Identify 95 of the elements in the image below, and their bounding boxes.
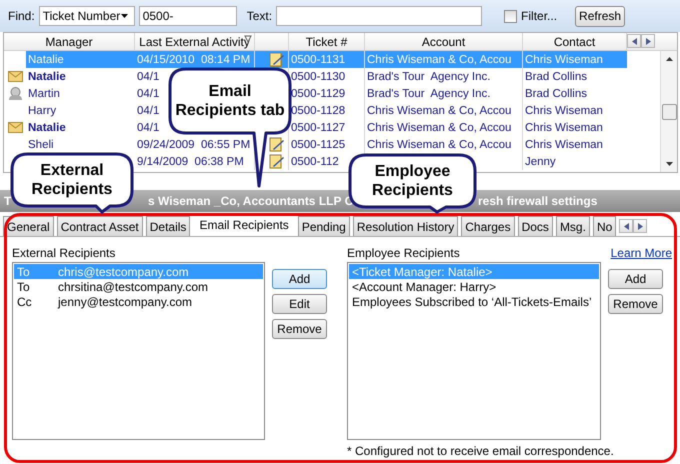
recipient-email: chris@testcompany.com (58, 264, 189, 278)
column-header[interactable]: Last External Activity (135, 33, 255, 50)
vertical-scrollbar[interactable] (660, 51, 677, 172)
section-label: Employee Recipients (347, 246, 460, 262)
list-action-button[interactable]: Remove (272, 319, 327, 339)
date-cell-text: 09/24/2009 06:55 PM (136, 138, 250, 152)
contact-cell-text: Chris Wiseman (524, 104, 603, 118)
ticket-cell-text: 0500-1127 (290, 120, 346, 136)
tab[interactable]: Docs (518, 216, 553, 236)
person-icon (8, 87, 22, 100)
tab[interactable]: No (592, 216, 616, 236)
contact-cell-text: Chris Wiseman (524, 138, 603, 152)
account-cell-text: Chris Wiseman & Co, Accou (366, 104, 512, 118)
list-action-button[interactable]: Remove (608, 294, 663, 314)
recipient-item[interactable]: Employees Subscribed to ‘All-Tickets-Emails’ (349, 294, 599, 309)
date-cell-text: 04/1 (136, 86, 160, 102)
scroll-left-button[interactable] (627, 34, 641, 48)
ticket-title: T (4, 194, 12, 208)
callout-text: Employee Recipients (372, 162, 453, 200)
contact-cell-text: Brad Collins (524, 70, 587, 84)
footnote: * Configured not to receive email correspondence. (347, 444, 615, 458)
ticket-cell-text: 0500-1130 (290, 70, 346, 84)
tab[interactable]: General (3, 216, 54, 236)
manager-cell-text: Natalie (27, 70, 66, 84)
caret-icon (120, 14, 128, 18)
right-arrow-icon (638, 222, 643, 230)
tab[interactable]: Msg. (556, 216, 590, 236)
recipient-item[interactable]: Cc jenny@testcompany.com (14, 294, 263, 309)
column-header[interactable]: Ticket # (289, 33, 365, 50)
left-arrow-icon (624, 222, 629, 230)
date-cell: 04/15/2010 08:14 PM (135, 51, 254, 68)
ticket-cell-text: 0500-1129 (290, 86, 346, 102)
callout-text: External Recipients (32, 161, 112, 199)
sort-icon (244, 35, 252, 43)
ticket-cell-text: 0500-1128 (290, 104, 346, 118)
date-cell-text: 04/1 (136, 120, 160, 136)
manager-cell-text: Martin (27, 86, 60, 102)
manager-cell: Natalie (26, 51, 135, 68)
contact-cell-text: Chris Wiseman (524, 120, 603, 136)
section-label: External Recipients (12, 246, 116, 262)
tab[interactable]: Pending (298, 216, 350, 236)
list-action-button[interactable]: Add (608, 269, 663, 289)
account-cell: Chris Wiseman & Co, Accou (365, 51, 522, 68)
manager-cell-text: Harry (27, 104, 56, 118)
recipient-item[interactable]: <Account Manager: Harry> (349, 279, 599, 294)
date-cell-text: 04/1 (136, 104, 160, 118)
list-action-button[interactable]: Edit (272, 294, 327, 314)
column-header[interactable]: Account (365, 33, 523, 50)
search-field[interactable]: 0500- (138, 6, 237, 26)
list-action-button[interactable]: Add (272, 269, 327, 289)
ticket-cell-text: 0500-112 (290, 154, 339, 170)
ticket-title: resh firewall settings (478, 194, 598, 208)
contact-cell-text: Jenny (524, 154, 556, 170)
ticket-cell: 0500-1131 (289, 51, 364, 68)
manager-cell-text: Sheli (27, 138, 54, 152)
tab[interactable]: Resolution History (352, 216, 458, 236)
contact-cell: Chris Wiseman (523, 51, 627, 68)
scroll-right-button[interactable] (641, 34, 655, 48)
tab[interactable]: Charges (461, 216, 515, 236)
manager-cell-text: Natalie (27, 120, 66, 136)
scrollbar-thumb[interactable] (662, 104, 676, 120)
filter-label: Filter... (521, 9, 558, 23)
account-cell-text: Brad's Tour Agency Inc. (366, 70, 490, 84)
account-cell-text: Chris Wiseman & Co, Accou (366, 138, 512, 152)
recipient-type: To (17, 264, 31, 278)
up-arrow-icon (666, 57, 672, 61)
tab[interactable]: Details (146, 216, 190, 236)
column-header[interactable]: Manager (4, 33, 135, 50)
text-label: Text: (246, 9, 272, 23)
envelope-icon (8, 122, 22, 133)
callout-text: Email Recipients tab (175, 82, 285, 120)
recipient-item[interactable]: To chrsitina@testcompany.com (14, 279, 263, 294)
recipient-type: To (17, 280, 31, 294)
ticket-cell-text: 0500-1125 (290, 138, 346, 152)
find-field-dropdown[interactable]: Ticket Number (38, 6, 135, 26)
right-arrow-icon (646, 38, 650, 44)
tab[interactable]: Contract Asset (56, 216, 143, 236)
tab-scroll-left-button[interactable] (619, 219, 634, 233)
contact-cell-text: Brad Collins (524, 86, 587, 102)
account-cell-text: Brad's Tour Agency Inc. (366, 86, 490, 102)
recipient-email: jenny@testcompany.com (58, 294, 192, 308)
left-arrow-icon (632, 38, 636, 44)
account-cell-text: Chris Wiseman & Co, Accou (366, 120, 512, 136)
date-cell-text: 9/14/2009 06:38 PM (136, 154, 244, 170)
envelope-icon (8, 71, 22, 82)
text-field[interactable] (276, 6, 482, 26)
recipient-email: chrsitina@testcompany.com (58, 280, 208, 294)
date-cell-text: 04/1 (136, 70, 160, 84)
learn-more-link[interactable]: Learn More (610, 246, 672, 262)
down-arrow-icon (666, 162, 672, 166)
recipient-type: Cc (17, 294, 33, 308)
refresh-button[interactable]: Refresh (575, 6, 626, 26)
find-label: Find: (8, 9, 35, 23)
filter-checkbox[interactable] (504, 10, 518, 22)
tab-scroll-right-button[interactable] (633, 219, 648, 233)
